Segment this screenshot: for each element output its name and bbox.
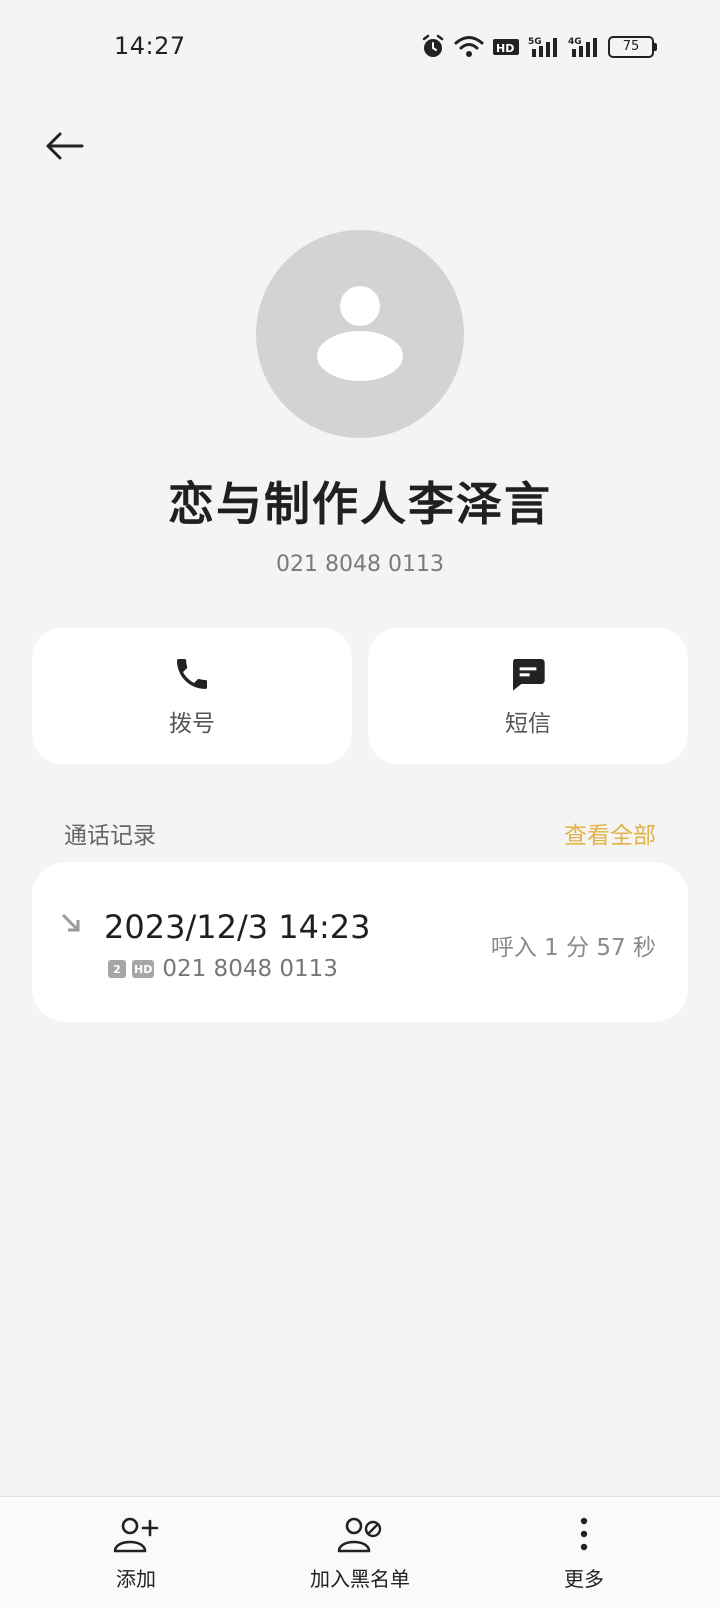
- contact-avatar: [256, 230, 464, 438]
- status-icons: HD 5G 4G 75: [420, 30, 657, 64]
- signal-4g-icon: 4G: [568, 37, 597, 57]
- more-label: 更多: [564, 1567, 604, 1591]
- block-button[interactable]: 加入黑名单: [270, 1515, 450, 1592]
- sim-icon: 2: [108, 960, 126, 978]
- status-time: 14:27: [114, 32, 186, 60]
- more-vertical-icon: [580, 1517, 588, 1551]
- bottom-action-bar: 添加 加入黑名单 更多: [0, 1496, 720, 1609]
- person-icon: [317, 286, 403, 381]
- view-all-link[interactable]: 查看全部: [564, 816, 656, 850]
- block-label: 加入黑名单: [310, 1567, 410, 1591]
- svg-text:4G: 4G: [568, 37, 582, 47]
- alarm-icon: [422, 34, 444, 57]
- sms-label: 短信: [505, 711, 551, 737]
- contact-number: 021 8048 0113: [276, 552, 444, 577]
- add-contact-button[interactable]: 添加: [46, 1515, 226, 1592]
- battery-icon: 75: [608, 36, 657, 58]
- back-arrow-icon: [46, 132, 84, 160]
- call-log-entry[interactable]: 2023/12/3 14:23 2 HD 021 8048 0113 呼入 1 …: [32, 862, 688, 1022]
- call-details: 2 HD 021 8048 0113: [108, 956, 338, 982]
- incoming-call-icon: [61, 913, 80, 932]
- battery-level: 75: [622, 39, 640, 54]
- call-type-duration: 呼入 1 分 57 秒: [490, 935, 656, 961]
- wifi-icon: [454, 36, 484, 57]
- add-person-icon: [113, 1517, 159, 1553]
- svg-text:5G: 5G: [528, 37, 542, 47]
- dial-button[interactable]: 拨号: [32, 628, 352, 764]
- call-log-title: 通话记录: [64, 823, 156, 849]
- more-button[interactable]: 更多: [494, 1515, 674, 1592]
- back-button[interactable]: [36, 118, 92, 174]
- block-person-icon: [337, 1517, 382, 1553]
- call-number: 021 8048 0113: [162, 956, 338, 982]
- call-datetime: 2023/12/3 14:23: [104, 908, 371, 946]
- sms-button[interactable]: 短信: [368, 628, 688, 764]
- signal-5g-icon: 5G: [528, 37, 557, 57]
- add-label: 添加: [116, 1567, 156, 1591]
- message-icon: [513, 659, 545, 691]
- phone-icon: [177, 659, 207, 689]
- hd-call-icon: HD: [132, 960, 155, 978]
- contact-name: 恋与制作人李泽言: [168, 477, 552, 531]
- hd-icon: HD: [493, 39, 519, 55]
- dial-label: 拨号: [169, 711, 215, 737]
- svg-text:HD: HD: [496, 42, 514, 55]
